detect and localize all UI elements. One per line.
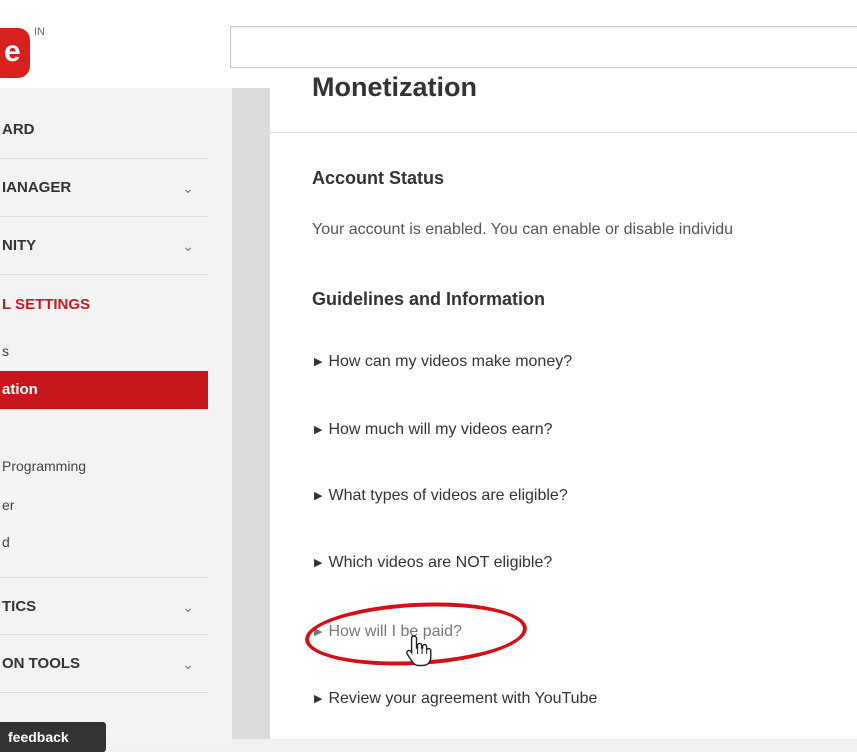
sidebar-item-community[interactable]: NITY ⌄ (0, 217, 208, 275)
sidebar-subitem-status[interactable]: s (0, 343, 9, 359)
sidebar-item-label: IANAGER (2, 179, 72, 196)
search-input[interactable] (230, 26, 857, 68)
sidebar: ARD IANAGER ⌄ NITY ⌄ L SETTINGS s ation … (0, 88, 232, 752)
sidebar-item-label: ON TOOLS (2, 655, 81, 672)
faq-label: How much will my videos earn? (328, 421, 553, 438)
faq-item[interactable]: ▶ What types of videos are eligible? (314, 487, 568, 505)
chevron-down-icon[interactable]: ⌄ (182, 217, 194, 275)
hand-pointer-icon (406, 635, 432, 667)
sidebar-item-label: ARD (2, 121, 35, 138)
faq-item[interactable]: ▶ Review your agreement with YouTube (314, 690, 597, 708)
chevron-down-icon[interactable]: ⌄ (182, 159, 194, 217)
triangle-right-icon: ▶ (314, 557, 323, 569)
page-title: Monetization (312, 72, 477, 102)
feedback-button[interactable]: feedback (0, 722, 106, 752)
guidelines-heading: Guidelines and Information (312, 289, 546, 309)
faq-item[interactable]: ▶ How can my videos make money? (314, 353, 572, 371)
faq-label: How can my videos make money? (328, 353, 573, 370)
chevron-down-icon[interactable]: ⌄ (182, 578, 194, 636)
sidebar-item-label: TICS (2, 598, 37, 615)
account-status-heading: Account Status (312, 168, 445, 188)
chevron-down-icon[interactable]: ⌄ (182, 635, 194, 693)
sidebar-item-label: L SETTINGS (2, 296, 91, 313)
gutter (232, 88, 270, 739)
sidebar-subitem-label: ation (2, 381, 38, 398)
faq-label: Review your agreement with YouTube (328, 690, 598, 707)
sidebar-item-channel-settings[interactable]: L SETTINGS (0, 276, 208, 334)
sidebar-item-video-manager[interactable]: IANAGER ⌄ (0, 159, 208, 217)
sidebar-item-label: NITY (2, 237, 37, 254)
sidebar-item-dashboard[interactable]: ARD (0, 101, 208, 159)
sidebar-subitem-player[interactable]: er (0, 497, 14, 513)
sidebar-item-creation-tools[interactable]: ON TOOLS ⌄ (0, 635, 208, 693)
divider (270, 132, 857, 133)
region-badge: IN (34, 26, 45, 38)
logo-text: e (4, 35, 21, 68)
sidebar-subitem-programming[interactable]: Programming (0, 458, 86, 474)
sidebar-subitem-monetization[interactable]: ation (0, 371, 208, 409)
account-status-text: Your account is enabled. You can enable … (312, 221, 734, 238)
sidebar-item-analytics[interactable]: TICS ⌄ (0, 577, 208, 635)
faq-item[interactable]: ▶ How much will my videos earn? (314, 421, 553, 439)
sidebar-subitem-advanced[interactable]: d (0, 534, 10, 550)
triangle-right-icon: ▶ (314, 424, 323, 436)
triangle-right-icon: ▶ (314, 490, 323, 502)
triangle-right-icon: ▶ (314, 356, 323, 368)
triangle-right-icon: ▶ (314, 693, 323, 705)
youtube-logo[interactable]: e (0, 28, 30, 78)
faq-item[interactable]: ▶ Which videos are NOT eligible? (314, 554, 552, 572)
faq-label: What types of videos are eligible? (328, 487, 568, 504)
faq-label: Which videos are NOT eligible? (328, 554, 553, 571)
